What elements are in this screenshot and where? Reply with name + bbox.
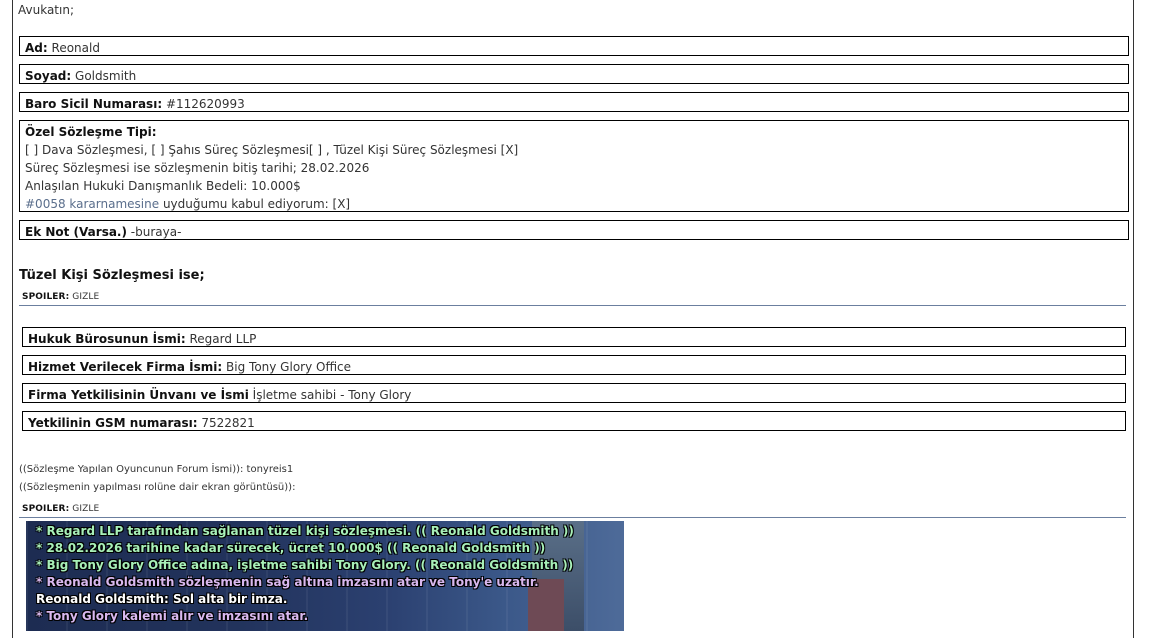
field-ad: Ad: Reonald bbox=[19, 36, 1129, 56]
spoiler-header-screenshot: SPOILER: GIZLE bbox=[22, 504, 99, 514]
chat-line: * Big Tony Glory Office adına, işletme s… bbox=[36, 558, 574, 572]
game-screenshot: * Regard LLP tarafından sağlanan tüzel k… bbox=[26, 521, 624, 631]
field-baro-value: #112620993 bbox=[165, 97, 245, 111]
spoiler-toggle-button[interactable]: GIZLE bbox=[72, 292, 99, 302]
chat-line: Reonald Goldsmith: Sol alta bir imza. bbox=[36, 592, 288, 606]
field-baro: Baro Sicil Numarası: #112620993 bbox=[19, 92, 1129, 112]
chat-line: * Reonald Goldsmith sözleşmenin sağ altı… bbox=[36, 575, 539, 589]
field-soyad-value: Goldsmith bbox=[75, 69, 137, 83]
corp-row-firm: Hukuk Bürosunun İsmi: Regard LLP bbox=[22, 327, 1126, 347]
field-eknot: Ek Not (Varsa.) -buraya- bbox=[19, 220, 1129, 240]
field-ozel-label: Özel Sözleşme Tipi: bbox=[25, 125, 157, 139]
field-baro-label: Baro Sicil Numarası: bbox=[25, 97, 163, 111]
field-ad-label: Ad: bbox=[25, 41, 48, 55]
decree-line: #0058 kararnamesine uyduğumu kabul ediyo… bbox=[25, 195, 1123, 213]
corp-row-authority: Firma Yetkilisinin Ünvanı ve İsmi İşletm… bbox=[22, 383, 1126, 403]
corp-row-value: Regard LLP bbox=[189, 332, 257, 346]
corp-row-value: 7522821 bbox=[201, 416, 255, 430]
ooc-forum-name: ((Sözleşme Yapılan Oyuncunun Forum İsmi)… bbox=[19, 464, 294, 475]
spoiler-header-corporate: SPOILER: GIZLE bbox=[22, 292, 99, 302]
corp-row-gsm: Yetkilinin GSM numarası: 7522821 bbox=[22, 411, 1126, 431]
field-ad-value: Reonald bbox=[51, 41, 100, 55]
spoiler-label: SPOILER: bbox=[22, 504, 70, 514]
decree-link[interactable]: #0058 kararnamesine bbox=[25, 197, 159, 211]
corp-row-label: Firma Yetkilisinin Ünvanı ve İsmi bbox=[28, 388, 249, 402]
contract-type-line: [ ] Dava Sözleşmesi, [ ] Şahıs Süreç Söz… bbox=[25, 143, 519, 157]
field-ozel: Özel Sözleşme Tipi: [ ] Dava Sözleşmesi,… bbox=[19, 120, 1129, 212]
field-eknot-value: -buraya- bbox=[126, 225, 182, 239]
corp-row-value: İşletme sahibi - Tony Glory bbox=[252, 388, 412, 402]
spoiler-divider bbox=[19, 517, 1126, 518]
field-soyad-label: Soyad: bbox=[25, 69, 72, 83]
greeting: Avukatın; bbox=[18, 3, 74, 17]
ooc-screenshot-label: ((Sözleşmenin yapılması rolüne dair ekra… bbox=[19, 482, 296, 493]
field-soyad: Soyad: Goldsmith bbox=[19, 64, 1129, 84]
decree-rest: uyduğumu kabul ediyorum: [X] bbox=[159, 197, 351, 211]
spoiler-divider bbox=[19, 305, 1126, 306]
corp-row-label: Yetkilinin GSM numarası: bbox=[28, 416, 198, 430]
contract-fee-line: Anlaşılan Hukuki Danışmanlık Bedeli: 10.… bbox=[25, 179, 301, 193]
spoiler-label: SPOILER: bbox=[22, 292, 70, 302]
field-eknot-label: Ek Not (Varsa.) bbox=[25, 225, 127, 239]
chat-line: * Tony Glory kalemi alır ve imzasını ata… bbox=[36, 609, 309, 623]
chat-line: * Regard LLP tarafından sağlanan tüzel k… bbox=[36, 524, 574, 538]
spoiler-toggle-button[interactable]: GIZLE bbox=[72, 504, 99, 514]
chat-line: * 28.02.2026 tarihine kadar sürecek, ücr… bbox=[36, 541, 546, 555]
corp-row-value: Big Tony Glory Office bbox=[226, 360, 352, 374]
contract-end-date-line: Süreç Sözleşmesi ise sözleşmenin bitiş t… bbox=[25, 161, 370, 175]
corporate-section-title: Tüzel Kişi Sözleşmesi ise; bbox=[19, 268, 205, 283]
corp-row-label: Hizmet Verilecek Firma İsmi: bbox=[28, 360, 223, 374]
corp-row-label: Hukuk Bürosunun İsmi: bbox=[28, 332, 186, 346]
corp-row-client: Hizmet Verilecek Firma İsmi: Big Tony Gl… bbox=[22, 355, 1126, 375]
